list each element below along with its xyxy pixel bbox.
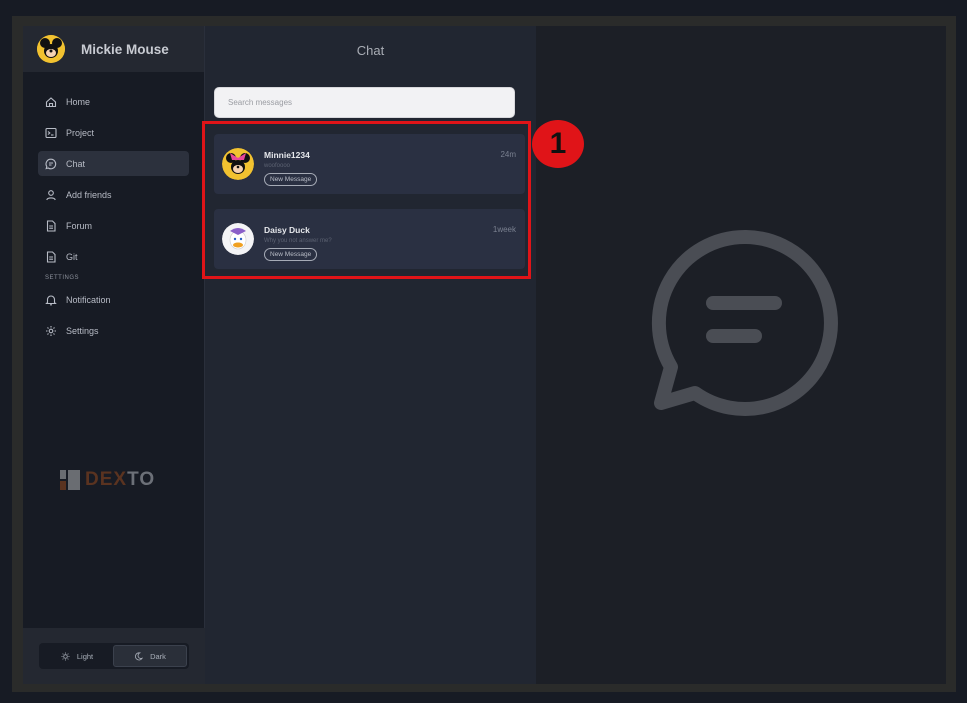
message-preview: woofoooo [264, 163, 291, 169]
sidebar-item-label: Forum [66, 220, 93, 231]
sidebar-item-label: Chat [66, 158, 86, 169]
theme-toggle: Light Dark [39, 643, 189, 669]
sidebar-item-home[interactable]: Home [38, 89, 189, 114]
sidebar-item-notification[interactable]: Notification [38, 287, 189, 312]
page-title: Chat [356, 43, 385, 58]
profile-name: Mickie Mouse [81, 41, 169, 57]
sidebar-item-label: Add friends [66, 189, 112, 200]
sidebar-item-chat[interactable]: Chat [38, 151, 189, 176]
sidebar-item-label: Notification [66, 294, 111, 305]
sidebar-item-label: Project [66, 127, 95, 138]
message-preview: Why you not answer me? [264, 238, 332, 244]
chat-list-panel: Chat Minnie1234 24m woofoooo New Message [205, 26, 536, 684]
theme-dark-button[interactable]: Dark [113, 645, 187, 667]
message-time: 1week [492, 225, 516, 234]
brand-mark-icon [60, 470, 82, 490]
contact-name: Daisy Duck [264, 225, 310, 235]
sun-icon [61, 651, 70, 661]
conversation-empty-panel [536, 26, 946, 684]
sidebar-nav: Home Project Chat Add friends Forum Git [23, 72, 204, 343]
step-number-badge: 1 [532, 120, 584, 168]
sidebar: Mickie Mouse Home Project Chat Add frien… [23, 26, 205, 684]
brand-logo: DEXTO [60, 469, 155, 491]
sidebar-item-project[interactable]: Project [38, 120, 189, 145]
brand-text-to: TO [127, 469, 156, 490]
sidebar-item-git[interactable]: Git [38, 244, 189, 269]
app-window: Mickie Mouse Home Project Chat Add frien… [23, 26, 946, 684]
profile-header[interactable]: Mickie Mouse [23, 26, 204, 72]
gear-icon [46, 325, 56, 336]
bell-icon [45, 294, 57, 305]
search-input[interactable] [214, 87, 515, 118]
new-message-badge: New Message [264, 248, 318, 261]
sidebar-item-add-friends[interactable]: Add friends [38, 182, 189, 207]
theme-light-label: Light [76, 651, 94, 661]
home-icon [45, 96, 57, 107]
terminal-icon [45, 127, 57, 138]
conversation-item-minnie[interactable]: Minnie1234 24m woofoooo New Message [214, 134, 525, 194]
chat-icon [45, 158, 57, 169]
user-icon [46, 189, 56, 200]
avatar [37, 35, 65, 63]
sidebar-item-label: Git [66, 251, 78, 262]
new-message-badge: New Message [264, 173, 318, 186]
moon-icon [135, 651, 144, 660]
sidebar-item-settings[interactable]: Settings [38, 318, 189, 343]
sidebar-item-forum[interactable]: Forum [38, 213, 189, 238]
theme-light-button[interactable]: Light [41, 645, 113, 667]
document-icon [46, 250, 56, 263]
contact-name: Minnie1234 [264, 150, 310, 160]
theme-panel: Light Dark [23, 628, 205, 684]
settings-section-label: SETTINGS [45, 275, 80, 281]
message-time: 24m [500, 150, 516, 159]
contact-avatar [222, 148, 254, 180]
sidebar-item-label: Home [66, 96, 91, 107]
chat-bubble-icon [651, 229, 838, 416]
document-icon [46, 219, 56, 232]
brand-text-dex: DEX [85, 469, 128, 490]
contact-avatar [222, 223, 254, 255]
theme-dark-label: Dark [150, 651, 166, 661]
conversation-item-daisy[interactable]: Daisy Duck 1week Why you not answer me? … [214, 209, 525, 269]
sidebar-item-label: Settings [66, 325, 99, 336]
